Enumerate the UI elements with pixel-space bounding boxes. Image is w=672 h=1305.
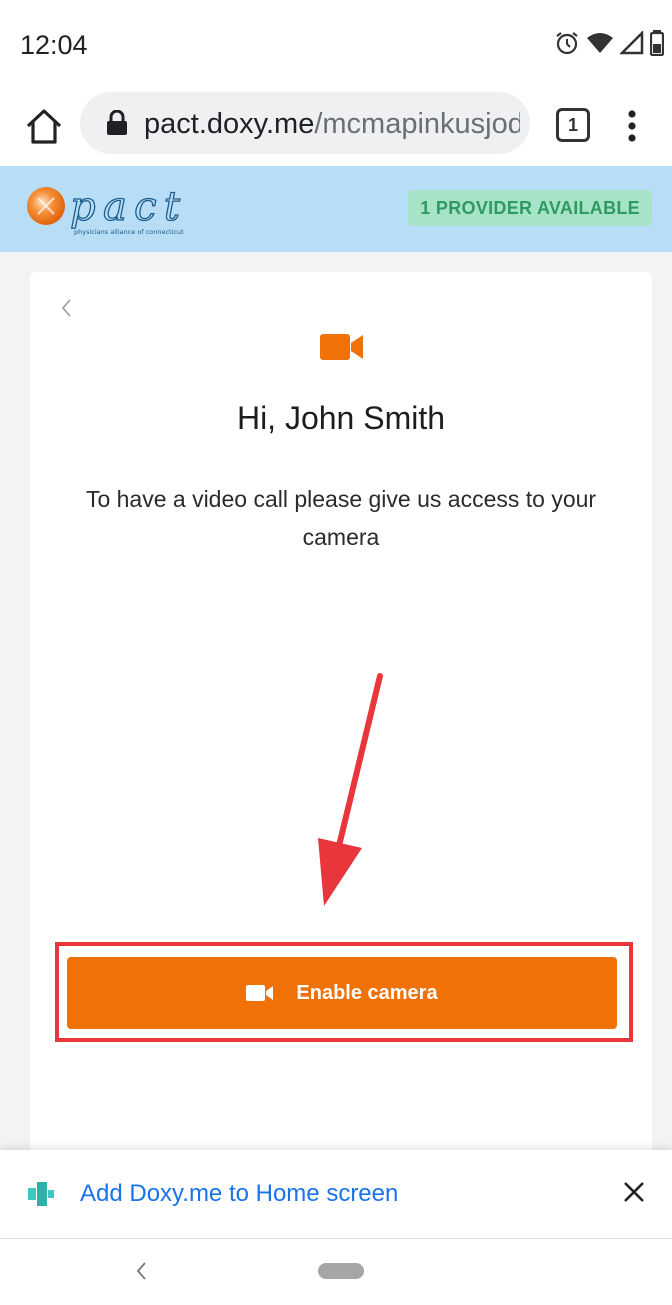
status-time: 12:04: [20, 30, 88, 60]
address-bar[interactable]: pact.doxy.me/mcmapinkusjodiapr: [80, 92, 530, 154]
url-text: pact.doxy.me/mcmapinkusjodiapr: [144, 108, 520, 141]
logo-tagline: physicians alliance of connecticut: [74, 228, 184, 236]
lock-icon: [107, 110, 127, 135]
nav-home-pill[interactable]: [318, 1263, 364, 1279]
nav-back-icon[interactable]: [134, 1259, 148, 1283]
video-camera-icon: [320, 334, 363, 360]
camera-access-message: To have a video call please give us acce…: [85, 486, 597, 550]
red-arrow-annotation: [318, 673, 383, 906]
wifi-icon: [587, 33, 613, 53]
video-camera-icon: [246, 985, 274, 1001]
status-icons: [554, 30, 664, 56]
alarm-icon: [556, 32, 578, 55]
greeting-heading: Hi, John Smith: [236, 400, 446, 436]
add-to-home-screen-label[interactable]: Add Doxy.me to Home screen: [80, 1180, 398, 1208]
close-icon[interactable]: [622, 1180, 646, 1204]
provider-available-badge: 1 PROVIDER AVAILABLE: [408, 190, 652, 226]
signal-icon: [620, 31, 644, 55]
status-bar: 12:04: [0, 0, 672, 86]
screen: 12:04 pact.doxy.me/mcmapinkusjod 1 pact …: [0, 0, 672, 1305]
battery-icon: [650, 30, 664, 56]
enable-camera-button[interactable]: Enable camera: [67, 957, 617, 1029]
back-chevron-icon[interactable]: [60, 298, 72, 318]
url-domain: pact.doxy.me: [144, 108, 315, 140]
system-nav-bar: [0, 1238, 672, 1305]
browser-toolbar: pact.doxy.me/mcmapinkusjodiapr 1: [0, 86, 672, 166]
doxy-app-icon: [28, 1182, 54, 1206]
url-path: /mcmapinkusjodiapr: [314, 108, 520, 140]
site-header: pact physicians alliance of connecticut …: [0, 166, 672, 252]
add-to-home-screen-banner[interactable]: Add Doxy.me to Home screen: [0, 1150, 672, 1238]
tab-switcher-button[interactable]: 1: [556, 108, 590, 142]
logo-text: pact: [70, 184, 181, 230]
overflow-menu-icon[interactable]: [618, 106, 646, 146]
pact-logo[interactable]: pact physicians alliance of connecticut: [26, 182, 196, 238]
home-icon[interactable]: [22, 104, 66, 148]
enable-camera-label: Enable camera: [296, 981, 438, 1004]
